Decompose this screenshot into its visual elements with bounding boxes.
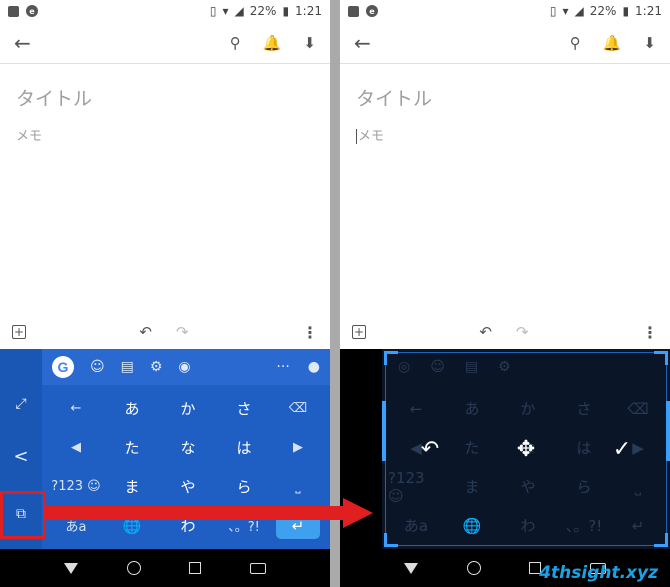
key-space[interactable]: ⎵ [272, 467, 324, 506]
back-arrow-icon[interactable]: ← [14, 31, 31, 55]
pin-icon[interactable]: ⚲ [570, 34, 581, 52]
floating-keyboard-area: ◎ ☺ ▤ ⚙ ← あ か さ ⌫ ◀ た な は ▶ ?123 ☺ ま や ら… [340, 349, 670, 549]
collapse-left-icon[interactable]: < [0, 441, 42, 471]
note-editor: タイトル メモ [340, 66, 670, 316]
note-title-field[interactable]: タイトル [356, 84, 654, 111]
wifi-icon: ▾ [562, 4, 569, 18]
undo-icon[interactable]: ↶ [139, 323, 152, 341]
app-bar: ← ⚲ 🔔 ⬇ [0, 22, 330, 64]
annotation-arrow [46, 506, 346, 520]
system-nav-bar [0, 549, 330, 587]
key-cursor-left[interactable]: ◀ [48, 428, 104, 467]
clipboard-icon[interactable]: ▤ [121, 359, 134, 375]
annotation-arrow-head [343, 498, 373, 528]
key-sa[interactable]: さ [216, 389, 272, 428]
gear-icon[interactable]: ⚙ [150, 359, 163, 375]
key-ya[interactable]: や [160, 467, 216, 506]
image-icon [8, 5, 19, 17]
floating-keyboard[interactable]: ◎ ☺ ▤ ⚙ ← あ か さ ⌫ ◀ た な は ▶ ?123 ☺ ま や ら… [382, 349, 670, 549]
signal-icon: ◢ [574, 4, 584, 18]
phone-right: e ▯ ▾ ◢ 22% ▮ 1:21 ← ⚲ 🔔 ⬇ タイトル メモ + ↶ ↷… [340, 0, 670, 587]
resize-handle-top-right[interactable] [654, 351, 668, 365]
keyboard-toolbar: G ☺ ▤ ⚙ ◉ ··· ● [42, 349, 330, 385]
redo-icon[interactable]: ↷ [516, 323, 529, 341]
more-vert-icon[interactable]: ⋮ [642, 323, 658, 342]
key-cursor-right[interactable]: ▶ [272, 428, 324, 467]
clock: 1:21 [295, 4, 322, 18]
back-arrow-icon[interactable]: ← [354, 31, 371, 55]
note-body-field[interactable]: メモ [16, 125, 314, 144]
archive-icon[interactable]: ⬇ [643, 34, 656, 52]
done-check-icon[interactable]: ✓ [613, 437, 631, 462]
key-grid: ← あ か さ ⌫ ◀ た な は ▶ ?123 ☺ ま や ら ⎵ あa 🌐 … [48, 389, 324, 545]
panel-divider [330, 0, 340, 587]
key-na[interactable]: な [160, 428, 216, 467]
wifi-icon: ▾ [222, 4, 229, 18]
floating-actions: ↶ ✥ ✓ [382, 437, 670, 462]
redo-icon[interactable]: ↷ [176, 323, 189, 341]
more-vert-icon[interactable]: ⋮ [302, 323, 318, 342]
e-badge-icon: e [366, 5, 378, 17]
fullscreen-expand-icon[interactable]: ⤢ [0, 389, 42, 419]
nav-back-icon[interactable] [404, 562, 419, 574]
note-editor: タイトル メモ [0, 66, 330, 316]
key-symbols[interactable]: ?123 ☺ [48, 467, 104, 506]
resize-handle-bottom-right[interactable] [654, 533, 668, 547]
sticker-icon[interactable]: ☺ [90, 359, 105, 375]
key-ra[interactable]: ら [216, 467, 272, 506]
key-ma[interactable]: ま [104, 467, 160, 506]
nav-back-icon[interactable] [64, 562, 79, 574]
reminder-bell-icon[interactable]: 🔔 [603, 34, 622, 52]
note-body-placeholder: メモ [358, 129, 385, 144]
reset-undo-icon[interactable]: ↶ [421, 437, 439, 462]
palette-icon[interactable]: ◉ [178, 359, 190, 375]
nav-home-icon[interactable] [466, 561, 481, 575]
text-cursor [356, 129, 357, 144]
vibrate-icon: ▯ [209, 4, 217, 18]
editor-bottom-bar: + ↶ ↷ ⋮ [340, 316, 670, 348]
key-a[interactable]: あ [104, 389, 160, 428]
phone-left: e ▯ ▾ ◢ 22% ▮ 1:21 ← ⚲ 🔔 ⬇ タイトル メモ + ↶ ↷… [0, 0, 330, 587]
battery-percent: 22% [589, 4, 617, 18]
note-body-field[interactable]: メモ [356, 125, 654, 144]
key-ha[interactable]: は [216, 428, 272, 467]
nav-home-icon[interactable] [126, 561, 141, 575]
add-box-icon[interactable]: + [12, 325, 26, 339]
battery-icon: ▮ [622, 4, 630, 18]
clock: 1:21 [635, 4, 662, 18]
keyboard-switch-icon[interactable] [249, 562, 266, 574]
signal-icon: ◢ [234, 4, 244, 18]
resize-handle-top-left[interactable] [384, 351, 398, 365]
status-bar: e ▯ ▾ ◢ 22% ▮ 1:21 [340, 0, 670, 22]
move-icon[interactable]: ✥ [517, 437, 535, 462]
archive-icon[interactable]: ⬇ [303, 34, 316, 52]
e-badge-icon: e [26, 5, 38, 17]
pin-icon[interactable]: ⚲ [230, 34, 241, 52]
key-backspace[interactable]: ⌫ [272, 389, 324, 428]
nav-recents-icon[interactable] [189, 562, 202, 574]
reminder-bell-icon[interactable]: 🔔 [263, 34, 282, 52]
more-horiz-icon[interactable]: ··· [276, 359, 289, 375]
editor-bottom-bar: + ↶ ↷ ⋮ [0, 316, 330, 348]
resize-handle-bottom-left[interactable] [384, 533, 398, 547]
google-logo[interactable]: G [52, 356, 74, 378]
add-box-icon[interactable]: + [352, 325, 366, 339]
image-icon [348, 5, 359, 17]
status-bar: e ▯ ▾ ◢ 22% ▮ 1:21 [0, 0, 330, 22]
note-title-field[interactable]: タイトル [16, 84, 314, 111]
mic-icon[interactable]: ● [308, 359, 320, 375]
undo-icon[interactable]: ↶ [479, 323, 492, 341]
battery-percent: 22% [249, 4, 277, 18]
highlight-box [0, 491, 46, 539]
key-ka[interactable]: か [160, 389, 216, 428]
key-ta[interactable]: た [104, 428, 160, 467]
key-back-arrow[interactable]: ← [48, 389, 104, 428]
battery-icon: ▮ [282, 4, 290, 18]
app-bar: ← ⚲ 🔔 ⬇ [340, 22, 670, 64]
vibrate-icon: ▯ [549, 4, 557, 18]
watermark: 4thsight.xyz [539, 563, 658, 583]
